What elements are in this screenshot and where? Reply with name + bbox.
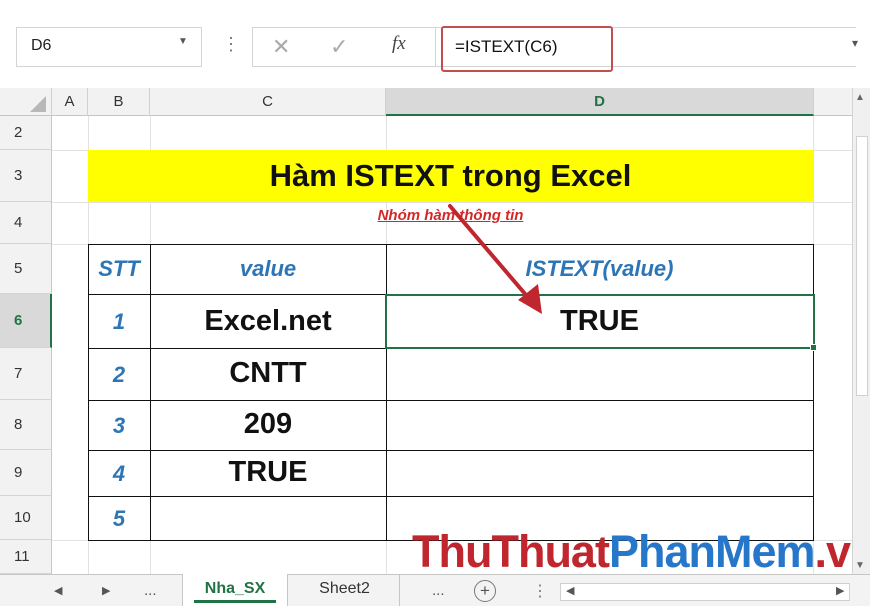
watermark: ThuThuatPhanMem.vn	[412, 526, 870, 578]
active-tab-indicator	[194, 600, 276, 603]
tab-more-left[interactable]: ...	[144, 582, 157, 599]
hscroll-left-icon[interactable]: ◀	[566, 584, 574, 597]
tab-next-icon[interactable]: ▶	[102, 584, 110, 597]
scroll-down-icon[interactable]: ▼	[855, 560, 865, 571]
tab-sheet2[interactable]: Sheet2	[290, 574, 400, 606]
watermark-part2: PhanMem	[608, 526, 816, 577]
add-sheet-icon[interactable]: +	[474, 580, 496, 602]
splitter-icon[interactable]: ⋮	[532, 581, 548, 601]
hscroll-right-icon[interactable]: ▶	[836, 584, 844, 597]
watermark-part1: ThuThuat	[412, 526, 610, 577]
scroll-up-icon[interactable]: ▲	[855, 92, 865, 103]
vertical-scroll-thumb[interactable]	[856, 136, 868, 396]
annotation-arrow	[448, 204, 542, 314]
tab-more-right[interactable]: ...	[432, 582, 445, 599]
horizontal-scrollbar[interactable]	[560, 583, 850, 601]
tab-prev-icon[interactable]: ◀	[54, 584, 62, 597]
